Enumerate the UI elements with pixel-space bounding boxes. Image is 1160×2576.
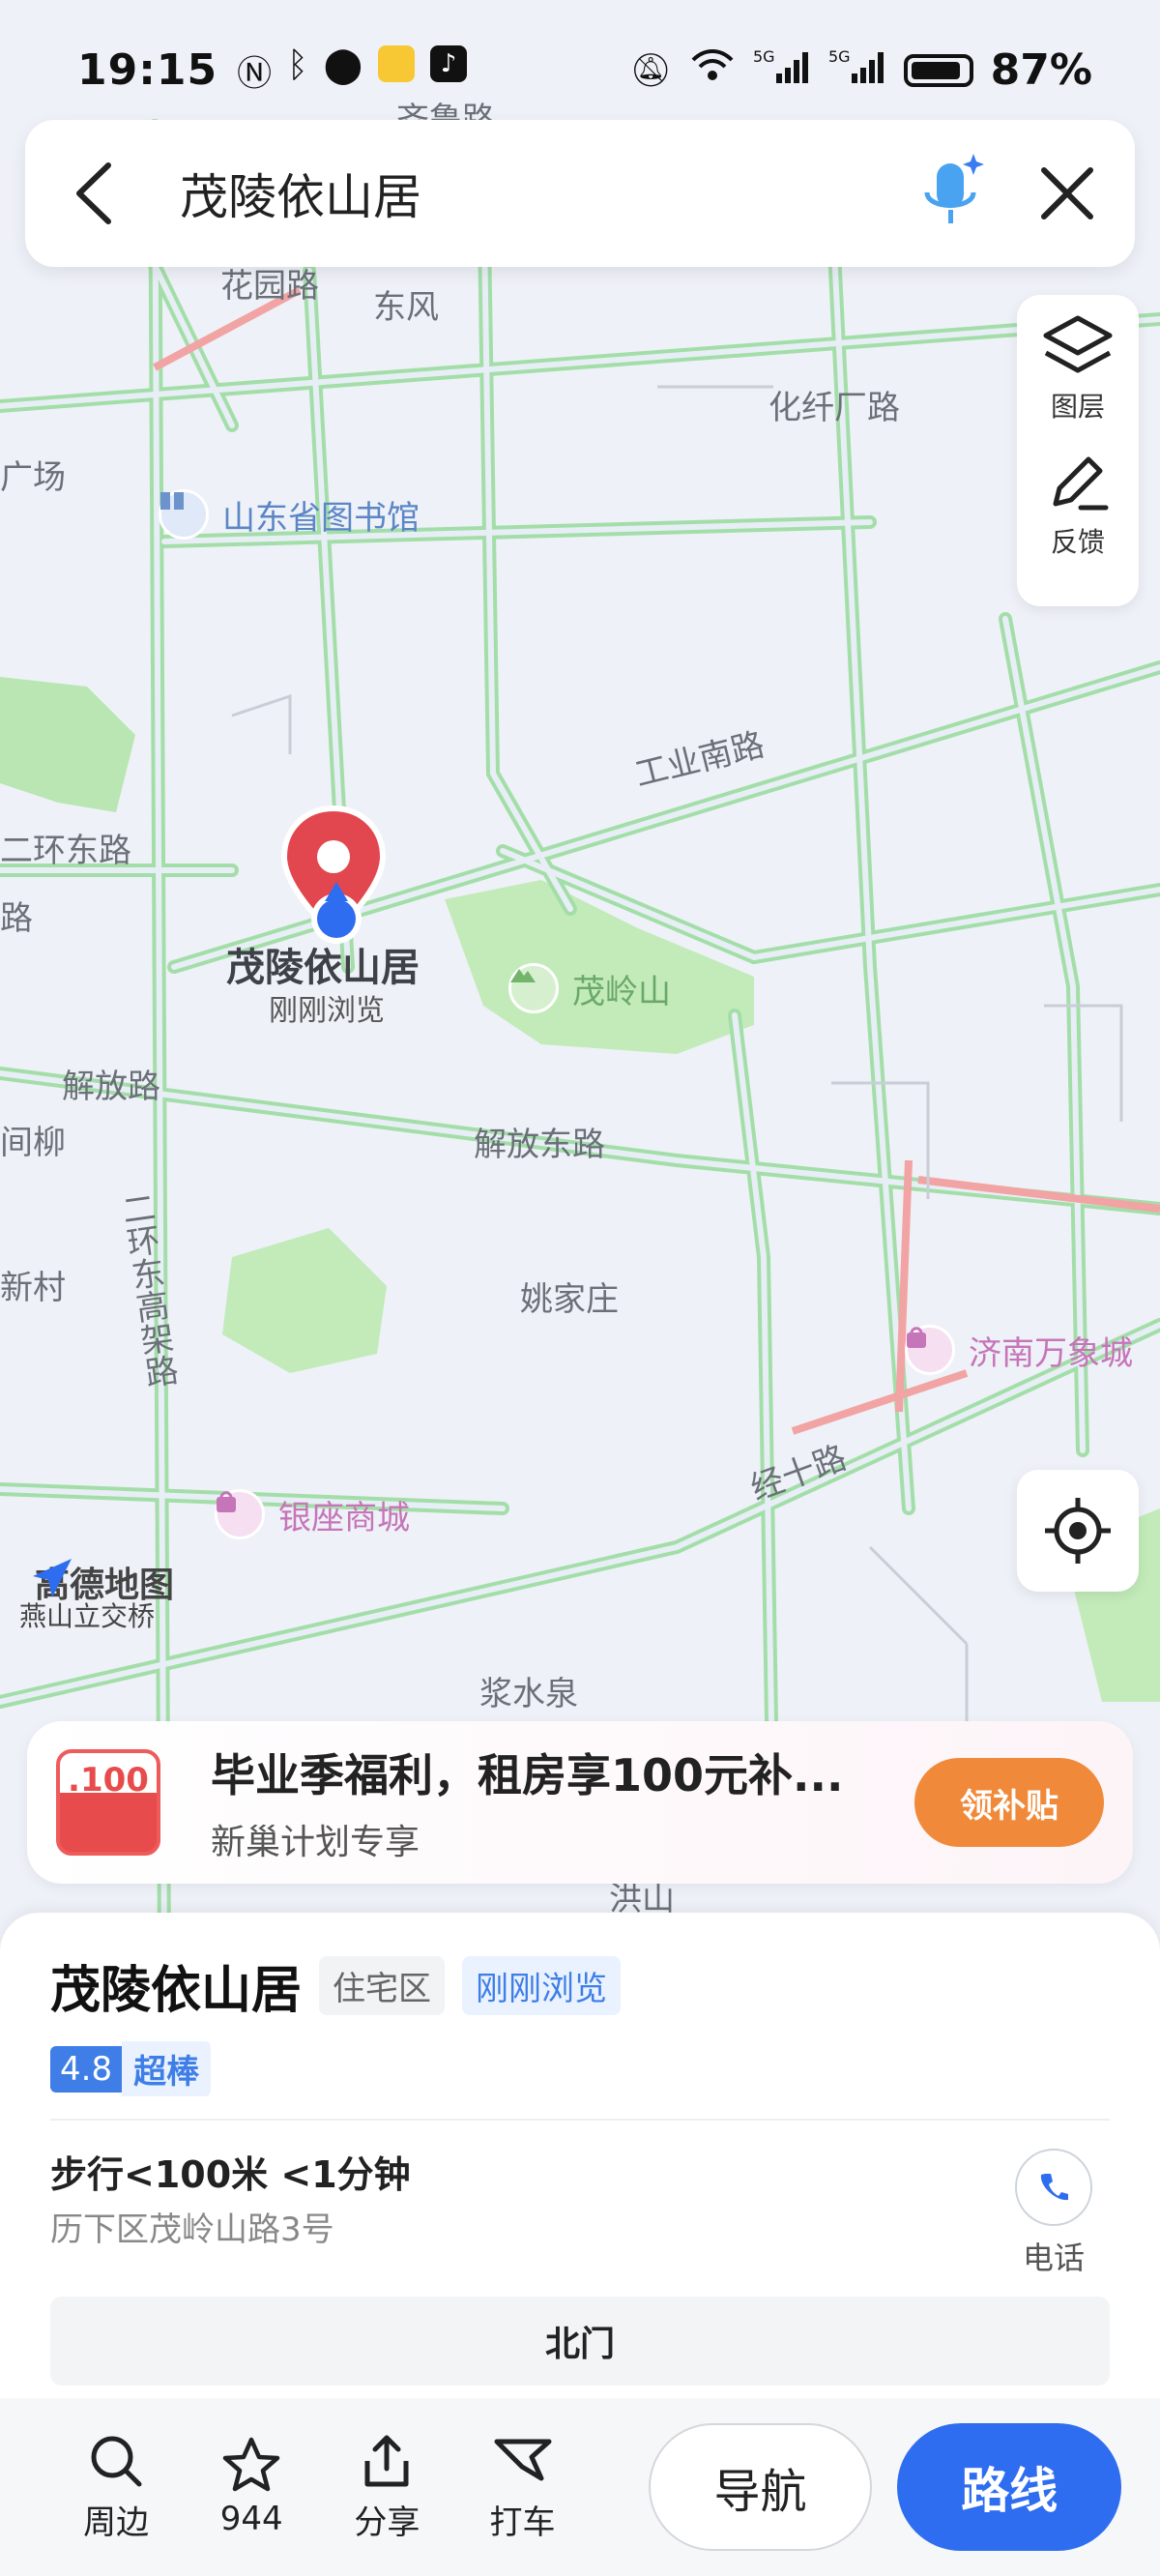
- rating-badge: 4.8 超棒: [50, 2041, 212, 2096]
- feedback-button[interactable]: 反馈: [1044, 450, 1112, 560]
- share-label: 分享: [354, 2503, 420, 2542]
- battery-percent: 87%: [990, 45, 1092, 95]
- red-envelope-icon: .100: [56, 1749, 160, 1856]
- map-road-label: 解放东路: [474, 1126, 605, 1164]
- phone-label: 电话: [1022, 2239, 1085, 2276]
- marker-title: 茂陵依山居: [226, 946, 420, 990]
- poi-label: 银座商城: [278, 1498, 410, 1537]
- map-road-label: 广场: [0, 458, 66, 497]
- recently-viewed-tag: 刚刚浏览: [462, 1956, 622, 2015]
- svg-text:5G: 5G: [828, 47, 851, 66]
- promo-subtitle: 新巢计划专享: [211, 1823, 420, 1862]
- claim-subsidy-button[interactable]: 领补贴: [914, 1758, 1104, 1847]
- mountain-icon: [508, 963, 559, 1013]
- tiktok-icon: ♪: [429, 44, 467, 82]
- poi-wanxiang[interactable]: 济南万象城: [905, 1325, 1133, 1375]
- gate-button[interactable]: 北门: [50, 2297, 1110, 2386]
- status-time: 19:15: [77, 45, 218, 95]
- map-road-label: 新村: [0, 1269, 66, 1307]
- promo-title: 毕业季福利，租房享100元补...: [211, 1749, 844, 1801]
- wifi-icon: [689, 48, 736, 92]
- taxi-flag-icon: [494, 2439, 552, 2480]
- amap-logo-icon: [33, 1559, 72, 1597]
- phone-icon: [1015, 2149, 1092, 2226]
- star-icon: [222, 2437, 280, 2492]
- location-icon: ⬤: [323, 44, 362, 85]
- walk-distance: 步行<100米 <1分钟: [50, 2153, 411, 2196]
- library-icon: [159, 489, 209, 540]
- rating-score: 4.8: [50, 2045, 123, 2093]
- poi-label: 济南万象城: [969, 1333, 1133, 1373]
- navigate-button[interactable]: 导航: [648, 2423, 873, 2551]
- app-icon: [377, 44, 415, 82]
- search-query[interactable]: 茂陵依山居: [180, 159, 421, 228]
- search-bar[interactable]: 茂陵依山居: [25, 120, 1135, 267]
- locate-me-button[interactable]: [1017, 1470, 1139, 1592]
- pen-edit-icon: [1053, 456, 1109, 511]
- poi-maoling[interactable]: 茂岭山: [508, 963, 671, 1013]
- map-road-label: 化纤厂路: [768, 389, 900, 427]
- voice-assistant-icon[interactable]: [913, 150, 990, 237]
- battery-icon: [903, 53, 973, 87]
- place-type-tag: 住宅区: [319, 1956, 446, 2015]
- feedback-label: 反馈: [1050, 526, 1105, 558]
- taxi-label: 打车: [489, 2503, 556, 2542]
- rating-text: 超棒: [122, 2041, 212, 2096]
- layers-label: 图层: [1050, 391, 1105, 423]
- map-road-label: 间柳: [0, 1124, 66, 1162]
- poi-label: 茂岭山: [572, 972, 671, 1011]
- phone-button[interactable]: 电话: [1015, 2141, 1092, 2278]
- map-area-label: 姚家庄: [520, 1280, 619, 1319]
- map-road-label: 路: [0, 899, 33, 938]
- marker-subtitle: 刚刚浏览: [269, 994, 385, 1028]
- layers-icon: [1043, 315, 1113, 373]
- taxi-button[interactable]: 打车: [454, 2432, 590, 2543]
- shopping-bag-icon: [215, 1489, 265, 1539]
- share-button[interactable]: 分享: [319, 2432, 454, 2543]
- crosshair-icon: [1045, 1498, 1111, 1564]
- back-arrow-icon[interactable]: [54, 155, 131, 232]
- share-icon: [364, 2435, 409, 2486]
- nearby-label: 周边: [83, 2503, 150, 2542]
- route-button[interactable]: 路线: [897, 2423, 1122, 2551]
- place-address: 历下区茂岭山路3号: [50, 2210, 334, 2249]
- poi-yinzuo[interactable]: 银座商城: [215, 1489, 410, 1539]
- layers-button[interactable]: 图层: [1042, 314, 1114, 424]
- close-icon[interactable]: [1029, 155, 1106, 232]
- bottom-action-bar: 周边 944 分享 打车 导航 路线: [0, 2398, 1160, 2576]
- map-area-label: 浆水泉: [479, 1675, 578, 1713]
- nfc-icon: Ⓝ: [237, 53, 273, 94]
- signal-5g-icon: 5G: [828, 46, 886, 94]
- favorite-count: 944: [219, 2500, 283, 2538]
- map-road-label: 燕山立交桥: [19, 1600, 156, 1632]
- favorite-button[interactable]: 944: [184, 2436, 319, 2538]
- map-road-label: 二环东路: [0, 832, 131, 870]
- promo-banner[interactable]: .100 毕业季福利，租房享100元补... 新巢计划专享 领补贴: [27, 1721, 1133, 1884]
- divider: [50, 2119, 1110, 2121]
- promo-badge: .100: [68, 1761, 149, 1800]
- poi-library[interactable]: 山东省图书馆: [159, 489, 420, 540]
- shopping-bag-icon: [905, 1325, 955, 1375]
- nearby-button[interactable]: 周边: [48, 2432, 184, 2543]
- place-name: 茂陵依山居: [50, 1962, 303, 2020]
- search-icon: [91, 2436, 142, 2486]
- poi-label: 山东省图书馆: [222, 498, 420, 538]
- map-road-label: 解放路: [62, 1068, 160, 1106]
- bluetooth-icon: ᛒ: [287, 44, 308, 85]
- svg-text:5G: 5G: [753, 47, 775, 66]
- map-canvas[interactable]: 齐鲁路 花园路 东风 化纤厂路 广场 山东省图书馆 工业南路 二环东路 路 茂陵…: [0, 0, 1160, 1953]
- map-tools-panel: 图层 反馈: [1017, 295, 1139, 606]
- signal-5g-icon: 5G: [753, 46, 811, 94]
- map-road-label: 东风: [373, 288, 439, 327]
- mute-icon: 🔕︎: [629, 50, 672, 90]
